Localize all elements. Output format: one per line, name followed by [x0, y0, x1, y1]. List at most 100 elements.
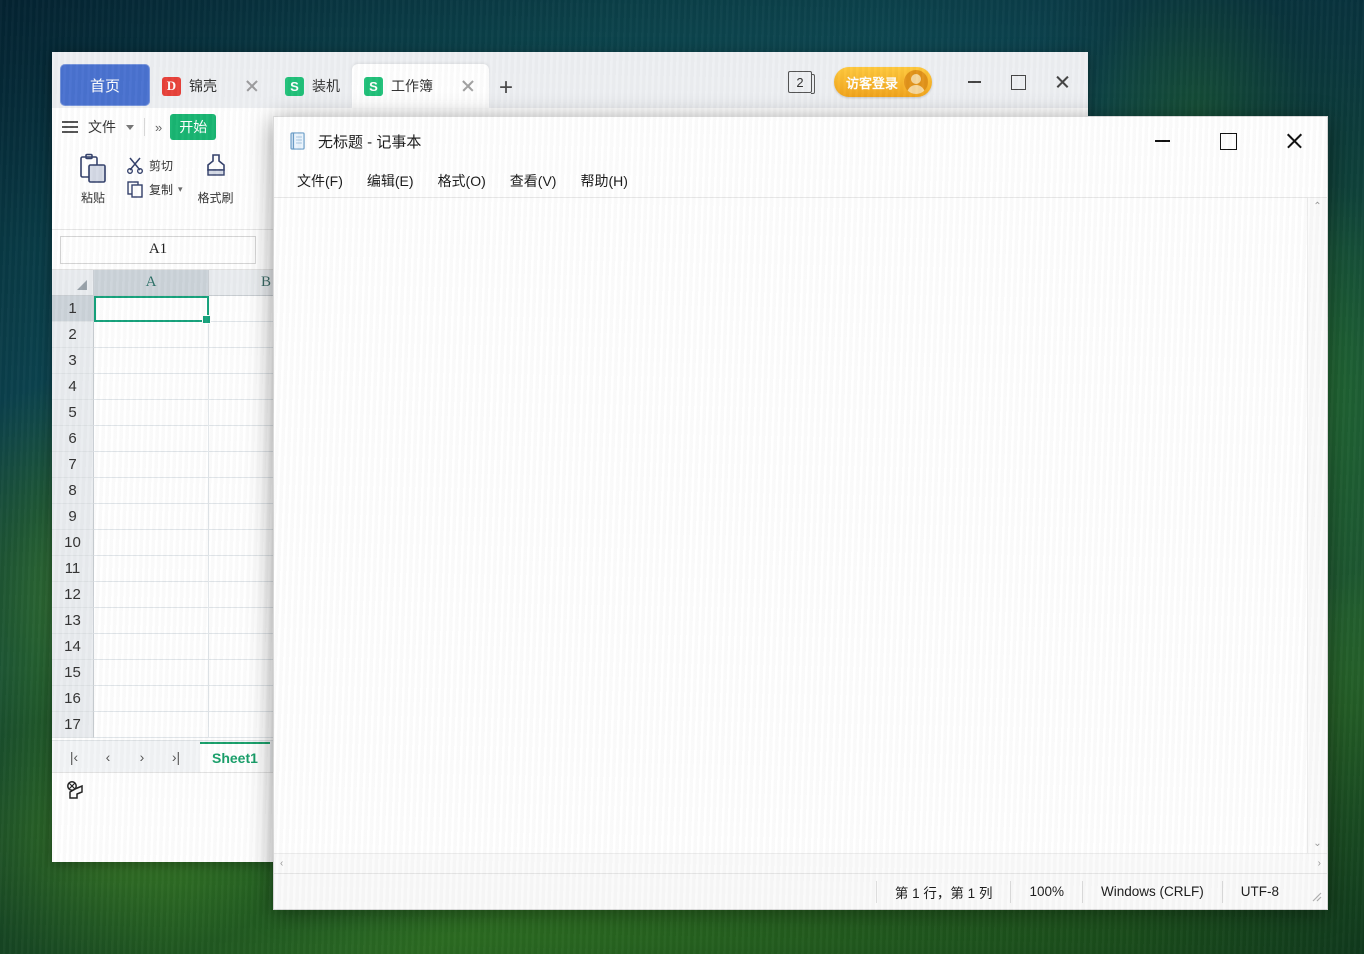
row-header-3[interactable]: 3	[52, 348, 94, 374]
status-zoom[interactable]: 100%	[1010, 881, 1082, 903]
paste-button[interactable]: 粘贴	[66, 152, 120, 206]
format-painter-button-label: 格式刷	[198, 189, 234, 206]
row-header-15[interactable]: 15	[52, 660, 94, 686]
horizontal-scrollbar[interactable]: ‹ ›	[274, 853, 1327, 873]
copy-button[interactable]: 复制 ▾	[126, 180, 183, 198]
cell-A7[interactable]	[94, 452, 209, 478]
notepad-text-area[interactable]	[274, 198, 1307, 853]
cell-A13[interactable]	[94, 608, 209, 634]
cell-A3[interactable]	[94, 348, 209, 374]
menu-format[interactable]: 格式(O)	[429, 167, 495, 195]
menu-help[interactable]: 帮助(H)	[571, 167, 636, 195]
scroll-down-icon[interactable]: ⌄	[1313, 839, 1321, 849]
cell-A15[interactable]	[94, 660, 209, 686]
wps-tab-sheet2[interactable]: S 装机	[273, 64, 352, 108]
row-header-9[interactable]: 9	[52, 504, 94, 530]
cell-A6[interactable]	[94, 426, 209, 452]
active-cell-cursor[interactable]	[94, 296, 209, 322]
wps-close-button[interactable]	[1040, 64, 1084, 100]
notepad-menu-bar: 文件(F) 编辑(E) 格式(O) 查看(V) 帮助(H)	[274, 165, 1327, 197]
row-header-17[interactable]: 17	[52, 712, 94, 738]
wps-tab-home-label: 首页	[90, 75, 120, 96]
vertical-scrollbar[interactable]: ⌃ ⌄	[1307, 198, 1327, 853]
close-icon[interactable]	[459, 77, 477, 95]
sheet-first-button[interactable]: |‹	[58, 743, 90, 771]
row-header-13[interactable]: 13	[52, 608, 94, 634]
chevron-down-icon[interactable]	[126, 125, 134, 130]
scroll-left-icon[interactable]: ‹	[280, 859, 283, 869]
scroll-up-icon[interactable]: ⌃	[1313, 202, 1321, 212]
notepad-body: ⌃ ⌄	[274, 197, 1327, 853]
row-header-4[interactable]: 4	[52, 374, 94, 400]
select-all-corner[interactable]	[52, 270, 94, 296]
format-painter-icon	[199, 152, 233, 186]
column-header-a[interactable]: A	[94, 270, 209, 296]
row-header-1[interactable]: 1	[52, 296, 94, 322]
hamburger-icon[interactable]	[62, 121, 78, 133]
wps-minimize-button[interactable]	[952, 64, 996, 100]
wps-tab-document[interactable]: D 锦壳	[150, 64, 273, 108]
notepad-close-button[interactable]	[1261, 117, 1327, 165]
row-header-6[interactable]: 6	[52, 426, 94, 452]
cell-A16[interactable]	[94, 686, 209, 712]
notepad-maximize-button[interactable]	[1195, 117, 1261, 165]
resize-grip-icon[interactable]	[1301, 881, 1323, 903]
cell-A8[interactable]	[94, 478, 209, 504]
cell-A2[interactable]	[94, 322, 209, 348]
format-painter-button[interactable]: 格式刷	[189, 152, 243, 206]
row-header-8[interactable]: 8	[52, 478, 94, 504]
status-line-ending[interactable]: Windows (CRLF)	[1082, 881, 1222, 903]
row-header-11[interactable]: 11	[52, 556, 94, 582]
cell-A4[interactable]	[94, 374, 209, 400]
row-header-12[interactable]: 12	[52, 582, 94, 608]
notepad-icon	[288, 131, 308, 151]
sheet-next-button[interactable]: ›	[126, 743, 158, 771]
sheet-last-button[interactable]: ›|	[160, 743, 192, 771]
row-header-5[interactable]: 5	[52, 400, 94, 426]
clipboard-small-col: 剪切 复制 ▾	[126, 152, 183, 198]
login-button[interactable]: 访客登录	[834, 67, 932, 97]
row-header-14[interactable]: 14	[52, 634, 94, 660]
notepad-minimize-button[interactable]	[1129, 117, 1195, 165]
cell-A14[interactable]	[94, 634, 209, 660]
wps-tab-home[interactable]: 首页	[60, 64, 150, 106]
wps-tab-workbook[interactable]: S 工作簿	[352, 64, 489, 108]
wps-tab-strip: 首页 D 锦壳 S 装机 S 工作簿 + 2 访客登录	[52, 52, 1088, 108]
status-encoding[interactable]: UTF-8	[1222, 881, 1297, 903]
new-tab-button[interactable]: +	[489, 68, 523, 108]
cell-A10[interactable]	[94, 530, 209, 556]
name-box[interactable]: A1	[60, 236, 256, 264]
spreadsheet-icon: S	[285, 77, 304, 96]
more-commands-button[interactable]: »	[155, 120, 160, 135]
wps-tab-sheet2-label: 装机	[312, 76, 340, 96]
macro-record-icon[interactable]	[66, 780, 88, 800]
scroll-right-icon[interactable]: ›	[1318, 859, 1321, 869]
paste-icon	[76, 152, 110, 186]
cell-A12[interactable]	[94, 582, 209, 608]
cut-button[interactable]: 剪切	[126, 156, 183, 174]
notepad-title-bar[interactable]: 无标题 - 记事本	[274, 117, 1327, 165]
menu-edit[interactable]: 编辑(E)	[358, 167, 423, 195]
paste-button-label: 粘贴	[81, 189, 105, 206]
ribbon-tab-home[interactable]: 开始	[170, 114, 216, 140]
row-header-2[interactable]: 2	[52, 322, 94, 348]
row-header-16[interactable]: 16	[52, 686, 94, 712]
row-header-7[interactable]: 7	[52, 452, 94, 478]
sheet-tab-sheet1[interactable]: Sheet1	[200, 742, 270, 772]
wps-maximize-button[interactable]	[996, 64, 1040, 100]
chevron-down-icon[interactable]: ▾	[178, 184, 183, 195]
file-menu-label[interactable]: 文件	[88, 117, 116, 137]
wps-tab-workbook-label: 工作簿	[391, 76, 433, 96]
cell-A11[interactable]	[94, 556, 209, 582]
close-icon[interactable]	[243, 77, 261, 95]
cell-A5[interactable]	[94, 400, 209, 426]
menu-file[interactable]: 文件(F)	[288, 167, 352, 195]
menu-view[interactable]: 查看(V)	[501, 167, 566, 195]
cell-A9[interactable]	[94, 504, 209, 530]
row-header-10[interactable]: 10	[52, 530, 94, 556]
cut-button-label: 剪切	[149, 157, 173, 174]
cell-A17[interactable]	[94, 712, 209, 738]
pdf-icon: D	[162, 77, 181, 96]
window-count-badge[interactable]: 2	[788, 71, 812, 93]
sheet-prev-button[interactable]: ‹	[92, 743, 124, 771]
